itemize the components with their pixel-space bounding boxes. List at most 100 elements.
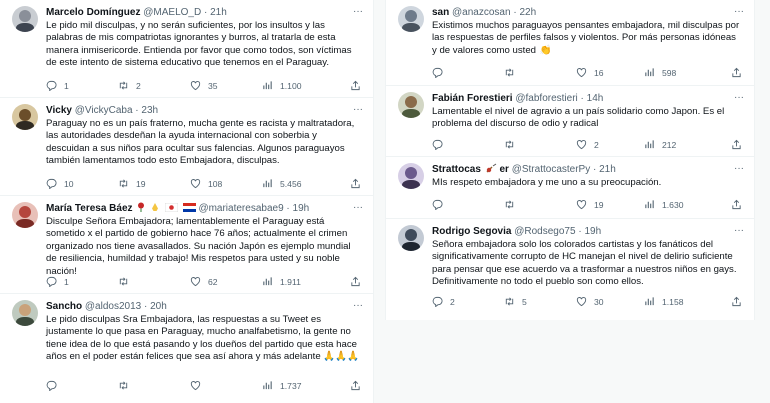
reply-button[interactable]	[432, 67, 450, 78]
timestamp[interactable]: 21h	[599, 164, 616, 175]
avatar[interactable]	[12, 202, 38, 228]
avatar[interactable]	[398, 163, 424, 189]
share-icon	[732, 67, 741, 78]
separator-dot: ·	[593, 164, 597, 175]
reply-count: 10	[64, 178, 74, 189]
share-button[interactable]	[731, 296, 742, 307]
retweet-button[interactable]	[118, 380, 136, 391]
like-button[interactable]: 62	[190, 276, 218, 287]
retweet-button[interactable]: 2	[118, 80, 141, 91]
tweet[interactable]: Fabián Forestieri @fabforestieri · 14h ·…	[386, 86, 754, 157]
retweet-button[interactable]	[504, 67, 522, 78]
user-handle[interactable]: @StrattocasterPy	[512, 164, 591, 175]
reply-button[interactable]	[432, 199, 450, 210]
tweet[interactable]: Sancho @aldos2013 · 20h ··· Le pido disc…	[0, 294, 373, 403]
share-button[interactable]	[731, 199, 742, 210]
views-button[interactable]: 1.158	[644, 296, 684, 307]
display-name[interactable]: Rodrigo Segovia	[432, 226, 511, 237]
display-name[interactable]: Marcelo Domínguez	[46, 7, 140, 18]
timestamp[interactable]: 23h	[141, 105, 158, 116]
tweet[interactable]: Rodrigo Segovia @Rodsego75 · 19h ··· Señ…	[386, 219, 754, 320]
share-icon	[732, 296, 741, 307]
tweet[interactable]: Vicky @VickyCaba · 23h ··· Paraguay no e…	[0, 98, 373, 196]
more-options-icon[interactable]: ···	[734, 92, 744, 103]
reply-icon	[432, 199, 443, 210]
reply-button[interactable]: 10	[46, 178, 74, 189]
views-button[interactable]: 1.100	[262, 80, 302, 91]
display-name[interactable]: Vicky	[46, 105, 72, 116]
views-button[interactable]: 598	[644, 67, 676, 78]
like-button[interactable]: 108	[190, 178, 222, 189]
more-options-icon[interactable]: ···	[734, 6, 744, 17]
reply-button[interactable]	[46, 380, 64, 391]
avatar[interactable]	[12, 6, 38, 32]
share-button[interactable]	[350, 178, 361, 189]
views-button[interactable]: 1.911	[262, 276, 301, 287]
user-handle[interactable]: @MAELO_D	[143, 7, 201, 18]
display-name[interactable]: san	[432, 7, 449, 18]
reply-button[interactable]: 1	[46, 276, 69, 287]
timestamp[interactable]: 20h	[150, 301, 167, 312]
views-button[interactable]: 212	[644, 139, 676, 150]
display-name[interactable]: Sancho	[46, 301, 82, 312]
retweet-button[interactable]	[504, 139, 522, 150]
more-options-icon[interactable]: ···	[353, 300, 363, 311]
timestamp[interactable]: 19h	[293, 203, 310, 214]
tweet[interactable]: María Teresa Báez @mariateresabae9 · 19h…	[0, 196, 373, 294]
like-button[interactable]: 30	[576, 296, 604, 307]
tweet-header: Sancho @aldos2013 · 20h	[46, 300, 349, 313]
share-button[interactable]	[350, 380, 361, 391]
tweet-header: Strattocas er @StrattocasterPy · 21h	[432, 163, 730, 176]
retweet-button[interactable]: 19	[118, 178, 146, 189]
share-button[interactable]	[731, 139, 742, 150]
user-handle[interactable]: @mariateresabae9	[198, 203, 283, 214]
retweet-button[interactable]: 5	[504, 296, 527, 307]
paraguay-flag-icon	[182, 203, 196, 212]
user-handle[interactable]: @fabforestieri	[515, 93, 577, 104]
views-button[interactable]: 1.737	[262, 380, 302, 391]
like-button[interactable]: 19	[576, 199, 604, 210]
timestamp[interactable]: 22h	[519, 7, 536, 18]
user-handle[interactable]: @Rodsego75	[514, 226, 575, 237]
views-button[interactable]: 1.630	[644, 199, 684, 210]
user-handle[interactable]: @VickyCaba	[75, 105, 133, 116]
user-handle[interactable]: @anazcosan	[452, 7, 511, 18]
more-options-icon[interactable]: ···	[734, 163, 744, 174]
share-button[interactable]	[350, 80, 361, 91]
like-button[interactable]	[190, 380, 208, 391]
timestamp[interactable]: 21h	[210, 7, 227, 18]
display-name[interactable]: Strattocas	[432, 164, 481, 175]
avatar[interactable]	[398, 6, 424, 32]
reply-button[interactable]: 1	[46, 80, 69, 91]
more-options-icon[interactable]: ···	[353, 104, 363, 115]
display-name-suffix[interactable]: er	[499, 164, 508, 175]
like-button[interactable]: 35	[190, 80, 218, 91]
reply-button[interactable]	[432, 139, 450, 150]
more-options-icon[interactable]: ···	[734, 225, 744, 236]
avatar[interactable]	[12, 104, 38, 130]
tweet[interactable]: san @anazcosan · 22h ··· Existimos mucho…	[386, 0, 754, 86]
reply-button[interactable]: 2	[432, 296, 455, 307]
like-button[interactable]: 16	[576, 67, 604, 78]
timestamp[interactable]: 19h	[584, 226, 601, 237]
avatar[interactable]	[12, 300, 38, 326]
tweet[interactable]: Marcelo Domínguez @MAELO_D · 21h ··· Le …	[0, 0, 373, 98]
retweet-count: 5	[522, 296, 527, 307]
tweet[interactable]: Strattocas er @StrattocasterPy · 21h ···…	[386, 157, 754, 219]
user-handle[interactable]: @aldos2013	[85, 301, 141, 312]
display-name[interactable]: María Teresa Báez	[46, 203, 133, 214]
avatar[interactable]	[398, 225, 424, 251]
views-button[interactable]: 5.456	[262, 178, 302, 189]
like-button[interactable]: 2	[576, 139, 599, 150]
retweet-icon	[505, 140, 514, 149]
retweet-button[interactable]	[504, 199, 522, 210]
share-button[interactable]	[731, 67, 742, 78]
retweet-button[interactable]	[118, 276, 136, 287]
share-button[interactable]	[350, 276, 361, 287]
tweet-actions: 10 19 108 5.456	[46, 178, 361, 192]
more-options-icon[interactable]: ···	[353, 6, 363, 17]
display-name[interactable]: Fabián Forestieri	[432, 93, 513, 104]
more-options-icon[interactable]: ···	[353, 202, 363, 213]
avatar[interactable]	[398, 92, 424, 118]
timestamp[interactable]: 14h	[587, 93, 604, 104]
